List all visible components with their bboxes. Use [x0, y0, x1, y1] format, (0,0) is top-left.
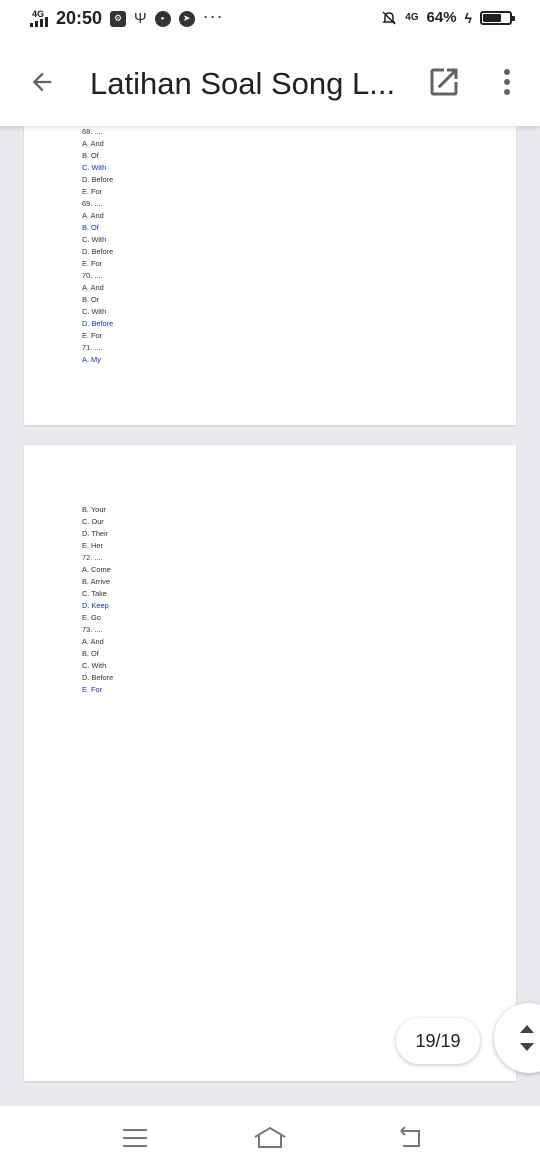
- status-bar: 4G 20:50 ⚙ Ψ ● ➤ ··· 4G 64% ϟ: [0, 0, 540, 42]
- scroll-down-icon: [520, 1043, 534, 1051]
- more-vert-icon: [504, 69, 510, 75]
- text-line: C. With: [82, 235, 107, 244]
- text-line: E. Her: [82, 541, 103, 550]
- home-icon: [254, 1126, 286, 1148]
- charging-icon: ϟ: [464, 9, 472, 26]
- text-line: D. Their: [82, 529, 109, 538]
- home-button[interactable]: [250, 1120, 290, 1156]
- text-line: 68. ....: [82, 127, 103, 136]
- scroll-up-icon: [520, 1025, 534, 1033]
- text-line: C. With: [82, 661, 107, 670]
- text-line: E. Go: [82, 613, 101, 622]
- text-line: E. For: [82, 187, 103, 196]
- mute-bell-icon: [382, 10, 397, 25]
- app-toolbar: Latihan Soal Song L...: [0, 42, 540, 126]
- text-line: A. And: [82, 637, 104, 646]
- status-time: 20:50: [56, 8, 103, 28]
- signal-icon: 4G: [30, 9, 48, 29]
- recents-button[interactable]: [115, 1120, 155, 1156]
- page-counter: 19/19: [396, 1018, 480, 1064]
- text-line: E. For: [82, 331, 103, 340]
- text-line: C. With: [82, 307, 107, 316]
- menu-icon: [123, 1129, 147, 1147]
- more-dots-icon: ···: [202, 6, 224, 26]
- text-line: B. Your: [82, 505, 106, 514]
- back-button[interactable]: [22, 62, 62, 102]
- text-line: C. Our: [82, 517, 104, 526]
- text-line: B. Of: [82, 649, 99, 658]
- text-line: 69. ....: [82, 199, 103, 208]
- battery-icon: [480, 10, 515, 25]
- document-page: 68. .... A. And B. Of C. With D. Before E. Fo…: [24, 126, 516, 425]
- text-line: E. For: [82, 259, 103, 268]
- text-line: B. Or: [82, 295, 100, 304]
- answer-line: B. Of: [82, 223, 99, 232]
- document-page: B. Your C. Our D. Their E. Her 72. .... A. Co…: [24, 445, 516, 1081]
- open-in-new-icon: [430, 68, 458, 96]
- back-icon: [400, 1126, 420, 1147]
- text-line: A. And: [82, 211, 104, 220]
- text-line: 71. ....: [82, 343, 103, 352]
- text-line: A. And: [82, 139, 104, 148]
- answer-line: A. My: [82, 355, 101, 364]
- answer-line: C. With: [82, 163, 107, 172]
- page-text: 68. .... A. And B. Of C. With D. Before E. Fo…: [82, 126, 113, 366]
- arrow-left-icon: [32, 72, 52, 92]
- text-line: D. Before: [82, 247, 114, 256]
- text-line: A. Come: [82, 565, 111, 574]
- text-line: 70. ....: [82, 271, 103, 280]
- text-line: C. Take: [82, 589, 107, 598]
- document-title: Latihan Soal Song L...: [90, 66, 396, 101]
- page-text: B. Your C. Our D. Their E. Her 72. .... A. Co…: [82, 504, 113, 696]
- usb-debug-icon: ⚙: [110, 10, 127, 27]
- answer-line: D. Before: [82, 319, 114, 328]
- answer-line: D. Keep: [82, 601, 109, 610]
- network-type: 4G: [405, 12, 419, 23]
- text-line: A. And: [82, 283, 104, 292]
- text-line: 72. ....: [82, 553, 103, 562]
- answer-line: E. For: [82, 685, 103, 694]
- text-line: 73. ....: [82, 625, 103, 634]
- text-line: B. Arrive: [82, 577, 110, 586]
- usb-icon: Ψ: [134, 10, 147, 27]
- open-external-button[interactable]: [426, 64, 462, 100]
- text-line: D. Before: [82, 673, 114, 682]
- line-app-icon: ●: [154, 10, 171, 27]
- system-back-button[interactable]: [390, 1120, 430, 1156]
- text-line: B. Of: [82, 151, 99, 160]
- more-options-button[interactable]: [492, 64, 522, 100]
- system-nav-bar: [0, 1106, 540, 1170]
- battery-percent: 64%: [426, 9, 457, 26]
- text-line: D. Before: [82, 175, 114, 184]
- telegram-icon: ➤: [178, 10, 195, 27]
